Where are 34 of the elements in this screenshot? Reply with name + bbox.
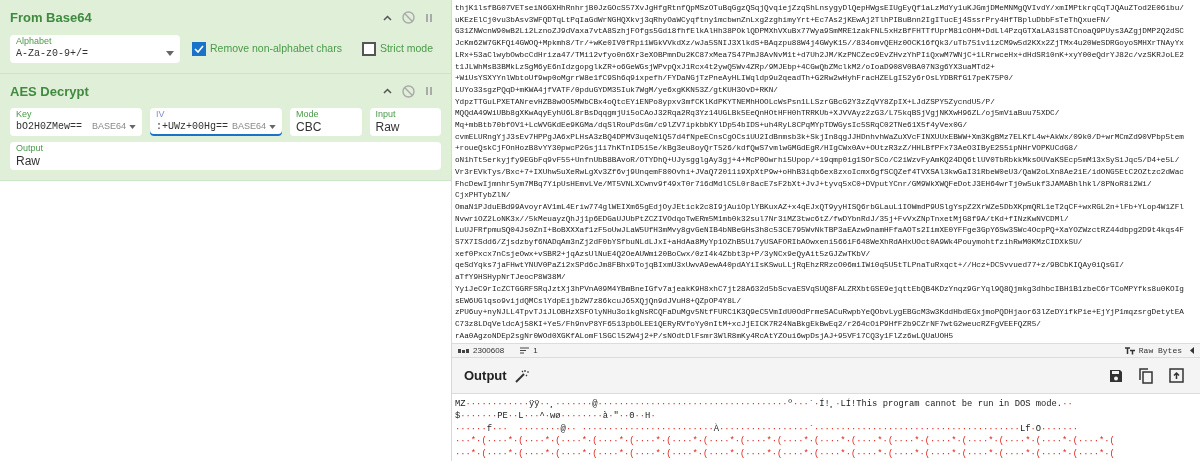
panel-title: Output xyxy=(464,366,507,385)
dropdown-button[interactable]: BASE64 xyxy=(232,119,277,134)
text-format-icon xyxy=(1124,346,1135,355)
magic-wand-icon[interactable] xyxy=(514,368,529,383)
text-line: ···*·(····*·(····*·(····*·(····*·(····*·(····*·(····*·(····*·(····*·(····*·(····*·(····*·(····*·(····*·(····*·(····*·(····*·( xyxy=(455,435,1115,448)
dropdown-button[interactable]: BASE64 xyxy=(91,119,136,134)
input-field[interactable]: Mode CBC xyxy=(290,108,362,136)
caret-icon[interactable] xyxy=(1190,347,1194,354)
length-icon[interactable] xyxy=(458,347,469,354)
caret-icon[interactable] xyxy=(166,50,174,56)
input-field[interactable]: IV :+UWz+00Hg== BASE64 xyxy=(150,108,282,136)
text-line: MZ············ÿÿ··¸·······@····································º···´·Í!¸·LÍ!This program cannot be run in DOS mode.·· xyxy=(455,398,1073,411)
input-field[interactable]: Key bO2H0ZMew== BASE64 xyxy=(10,108,142,136)
input-field[interactable]: Input Raw xyxy=(369,108,441,136)
line-count: 1 xyxy=(533,344,538,357)
text-line: ······f··· ········@·· ·························À·················`·······································Lf·O······· xyxy=(455,422,1078,436)
caret-icon[interactable] xyxy=(129,124,136,129)
checkbox-box[interactable] xyxy=(361,41,376,56)
input-field[interactable]: Alphabet A-Za-z0-9+/= xyxy=(10,34,180,63)
chevron-up-icon[interactable] xyxy=(383,88,392,95)
format-button[interactable]: Raw Bytes xyxy=(1124,344,1182,357)
length-count: 2300608 xyxy=(473,344,505,357)
text-line: ···*·(····*·(····*·(····*·(····*·(····*·(····*·(····*·(····*·(····*·(····*·(····*·(····*·(····*·(····*·(····*·(····*·(····*·( xyxy=(455,447,1115,461)
lines-icon[interactable] xyxy=(520,347,530,354)
operation-title: From Base64 xyxy=(10,9,92,27)
open-in-tab-icon[interactable] xyxy=(1169,368,1184,383)
input-field[interactable]: Output Raw xyxy=(10,142,441,170)
copy-icon[interactable] xyxy=(1139,367,1153,384)
checkbox-box[interactable] xyxy=(192,41,206,56)
operation-title: AES Decrypt xyxy=(10,82,89,101)
save-icon[interactable] xyxy=(1109,368,1123,383)
chevron-up-icon[interactable] xyxy=(383,14,392,21)
caret-icon[interactable] xyxy=(269,124,277,129)
text-line: $·······PE··L···^·wø········à·"··0··H· xyxy=(455,410,656,423)
